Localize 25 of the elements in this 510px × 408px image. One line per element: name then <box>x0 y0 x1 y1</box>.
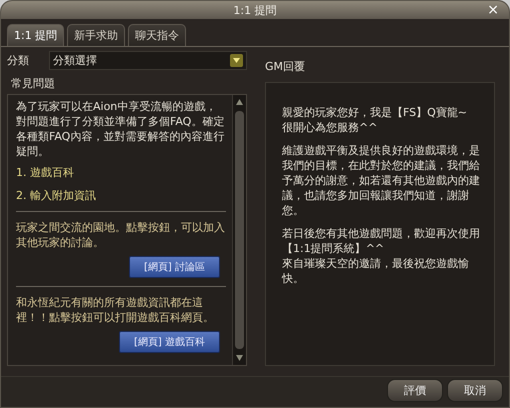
faq-link[interactable]: 2. 輸入附加資訊 <box>16 188 226 203</box>
scroll-down-icon[interactable] <box>234 353 245 363</box>
reply-heading: GM回覆 <box>265 59 306 74</box>
chevron-down-icon <box>230 54 243 67</box>
scroll-up-icon[interactable] <box>234 97 245 107</box>
reply-text: 若日後您有其他遊戲問題，歡迎再次使用【1:1提問系統】^^ 來自璀璨天空的邀請，最後祝您遊戲愉快。 <box>282 226 481 286</box>
faq-intro-text: 為了玩家可以在Aion中享受流暢的遊戲，對問題進行了分類並準備了多個FAQ。確定各種類FAQ內容，並對需要解答的內容進行疑問。 <box>16 99 226 159</box>
faq-heading: 常見問題 <box>11 76 56 91</box>
faq-section-text: 和永恆紀元有關的所有遊戲資訊都在這裡！！點擊按鈕可以打開遊戲百科網頁。 <box>16 295 215 325</box>
faq-section-text: 玩家之間交流的園地。點擊按鈕，可以加入其他玩家的討論。 <box>16 220 226 250</box>
web-button[interactable]: [網頁] 討論區 <box>129 256 220 278</box>
dialog-button[interactable]: 取消 <box>447 378 503 402</box>
category-dropdown[interactable]: 分類選擇 <box>49 51 247 70</box>
web-button[interactable]: [網頁] 遊戲百科 <box>119 331 220 353</box>
reply-text: 維護遊戲平衡及提供良好的遊戲環境，是我們的目標，在此對於您的建議，我們給予萬分的謝意，如若還有其他遊戲內的建議，也請您多加回報讓我們知道，謝謝您。 <box>282 143 481 218</box>
tab[interactable]: 新手求助 <box>67 24 126 46</box>
category-label: 分類 <box>7 53 29 68</box>
faq-link[interactable]: 1. 遊戲百科 <box>16 165 226 180</box>
reply-text: 親愛的玩家您好，我是【FS】Q寶龍~ 很開心為您服務^^ <box>282 105 468 135</box>
window-title: 1:1 提問 <box>233 2 277 18</box>
tab[interactable]: 1:1 提問 <box>7 24 64 46</box>
close-button[interactable]: × <box>487 3 499 17</box>
dialog-button[interactable]: 評價 <box>387 378 443 402</box>
tab[interactable]: 聊天指令 <box>128 24 186 46</box>
scrollbar[interactable] <box>232 95 246 365</box>
